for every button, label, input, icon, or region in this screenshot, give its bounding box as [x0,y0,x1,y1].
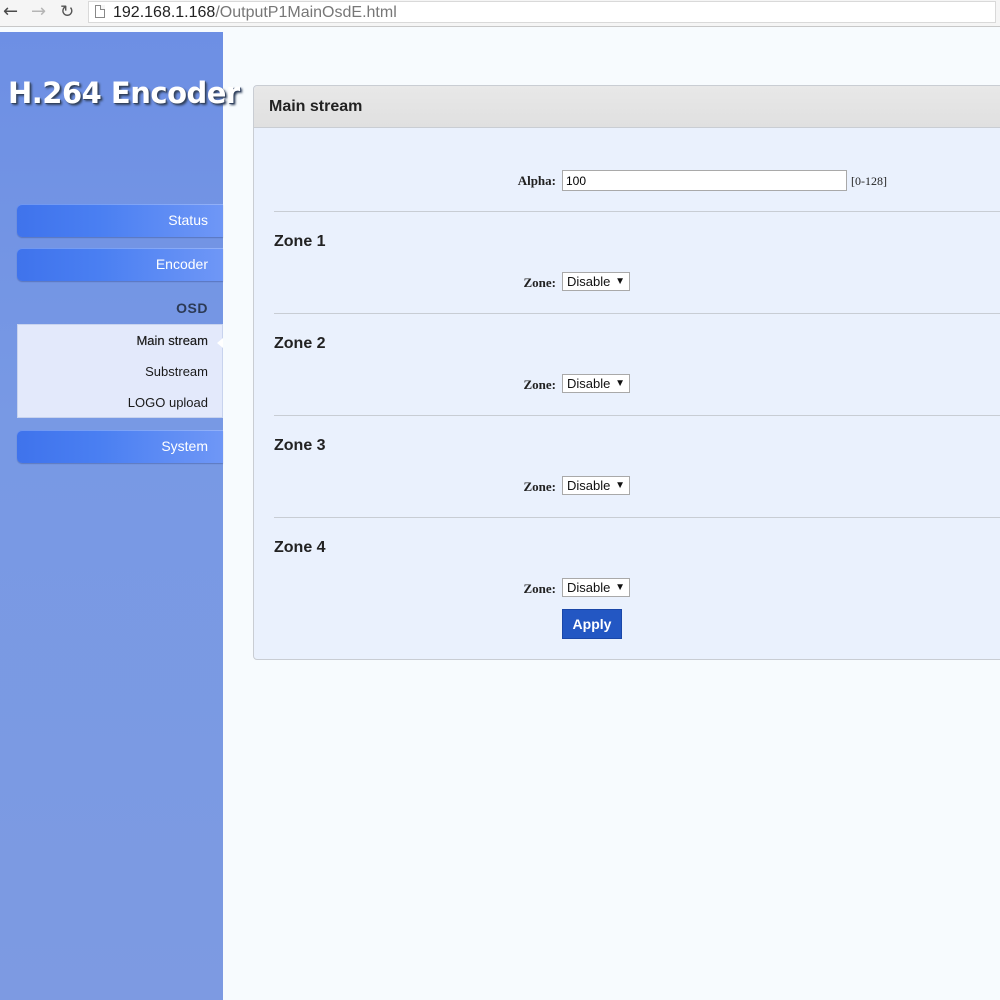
active-indicator-icon [217,338,223,348]
dropdown-arrow-icon: ▼ [615,480,625,491]
browser-toolbar: ← → ↻ 192.168.1.168/OutputP1MainOsdE.htm… [0,0,1000,27]
reload-icon[interactable]: ↻ [60,2,74,22]
zone-2-select[interactable]: Disable ▼ [562,374,630,393]
menu-status-button[interactable]: Status [17,204,223,237]
alpha-input[interactable] [562,170,847,191]
sidebar: H.264 Encoder Status Encoder OSD Main st… [0,32,240,1000]
submenu-item-main-stream[interactable]: Main stream [18,333,208,349]
zone-1-title: Zone 1 [274,233,326,250]
page-title: Main stream [269,98,363,115]
zone-3-title: Zone 3 [274,437,326,454]
zone-3-select[interactable]: Disable ▼ [562,476,630,495]
dropdown-arrow-icon: ▼ [615,276,625,287]
divider [274,313,1000,314]
zone-4-label: Zone: [523,581,557,596]
url-text[interactable]: 192.168.1.168/OutputP1MainOsdE.html [113,3,397,22]
divider [274,517,1000,518]
zone-2-label: Zone: [523,377,557,392]
zone-4-select-value: Disable [567,580,611,595]
url-host: 192.168.1.168 [113,4,216,21]
submenu-item-substream[interactable]: Substream [18,364,208,380]
dropdown-arrow-icon: ▼ [615,378,625,389]
forward-arrow-icon[interactable]: → [31,2,46,22]
url-path: /OutputP1MainOsdE.html [215,4,397,21]
zone-2-select-value: Disable [567,376,611,391]
panel-header: Main stream [254,86,1000,128]
alpha-label: Alpha: [517,173,556,188]
divider [274,415,1000,416]
main-panel: Main stream Alpha: [0-128] Zone 1 Zone: … [253,85,1000,660]
zone-3-select-value: Disable [567,478,611,493]
zone-3-label: Zone: [523,479,557,494]
menu-encoder-button[interactable]: Encoder [17,248,223,281]
alpha-range-hint: [0-128] [851,174,887,188]
apply-button[interactable]: Apply [562,609,622,639]
zone-1-select[interactable]: Disable ▼ [562,272,630,291]
page-icon [95,5,105,18]
zone-1-select-value: Disable [567,274,611,289]
menu-system-button[interactable]: System [17,430,223,463]
logo: H.264 Encoder [8,76,240,110]
submenu-item-logo-upload[interactable]: LOGO upload [18,395,208,411]
zone-4-select[interactable]: Disable ▼ [562,578,630,597]
osd-section-label[interactable]: OSD [17,300,223,316]
dropdown-arrow-icon: ▼ [615,582,625,593]
divider [274,211,1000,212]
zone-1-label: Zone: [523,275,557,290]
zone-2-title: Zone 2 [274,335,326,352]
back-arrow-icon[interactable]: ← [3,2,18,22]
address-bar[interactable]: 192.168.1.168/OutputP1MainOsdE.html [88,1,996,23]
osd-submenu: Main stream Substream LOGO upload [17,324,223,418]
zone-4-title: Zone 4 [274,539,326,556]
